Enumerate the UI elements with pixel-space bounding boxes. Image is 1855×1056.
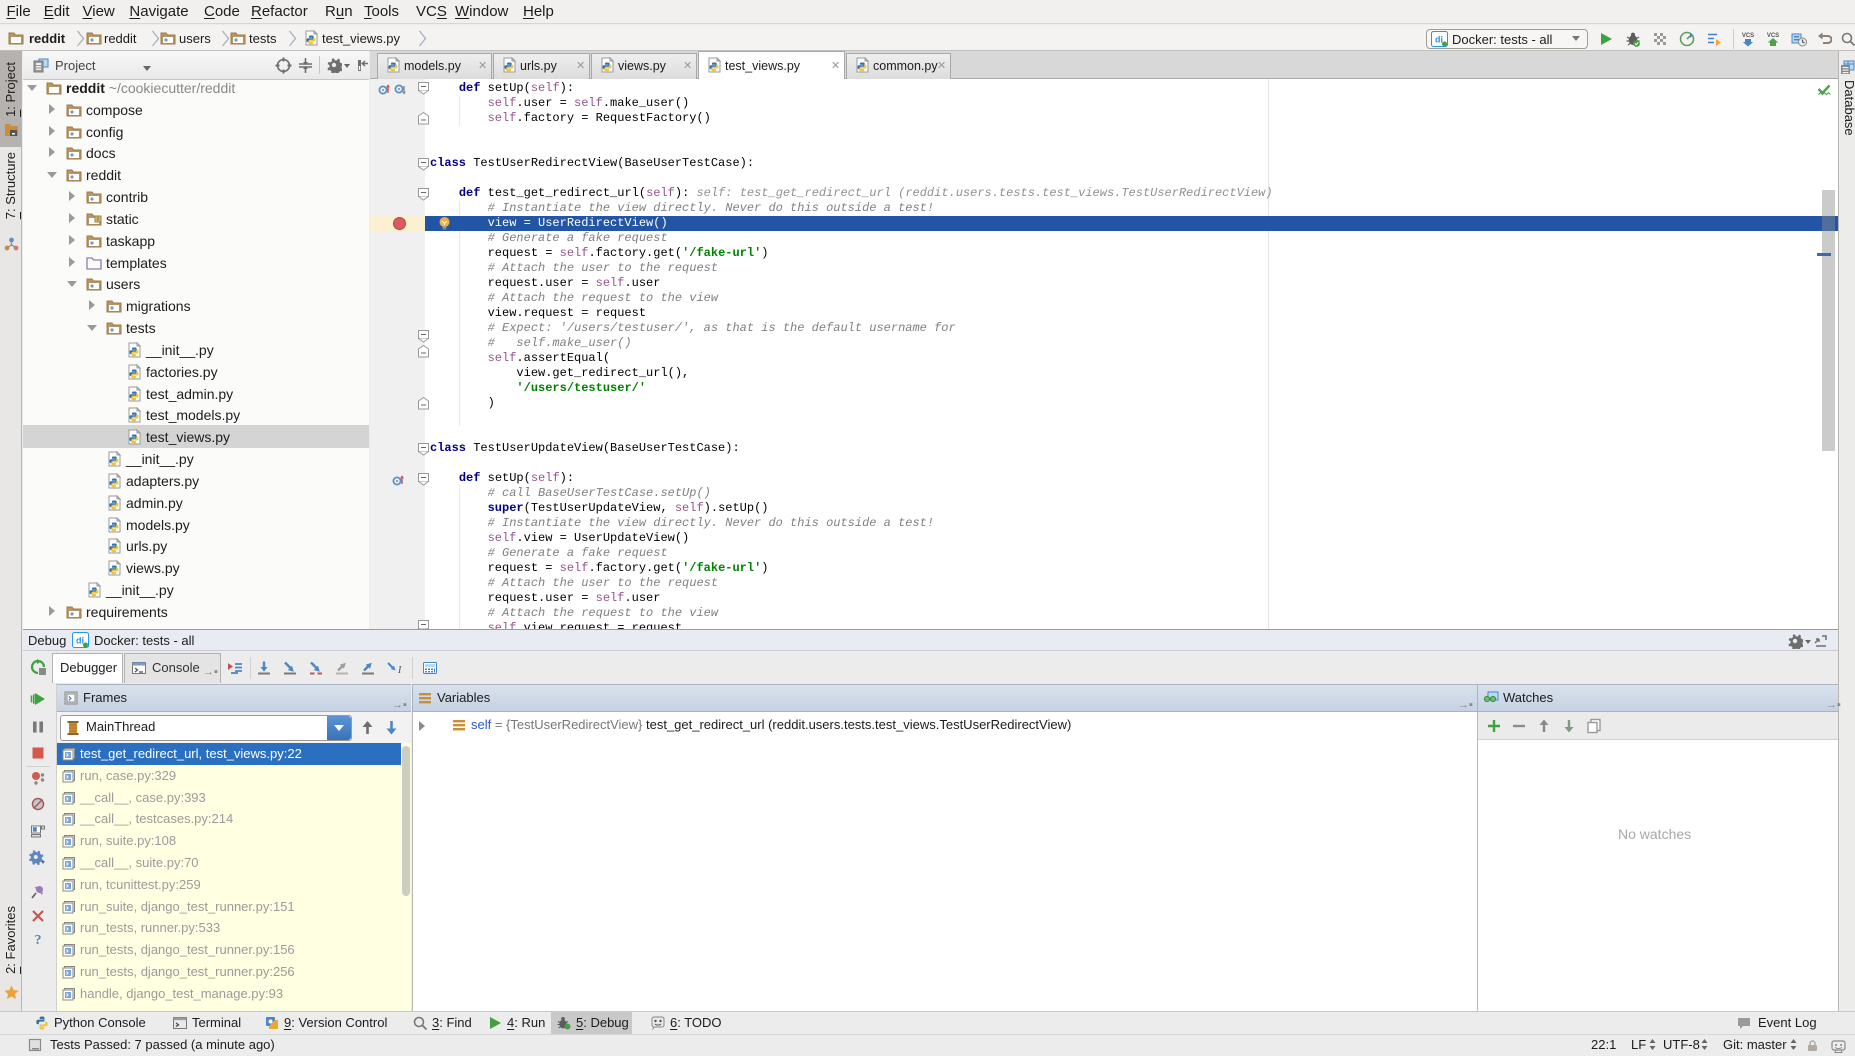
- svg-text:VCS: VCS: [1742, 33, 1754, 39]
- svg-text:?: ?: [35, 933, 42, 947]
- svg-text:I: I: [397, 665, 402, 676]
- svg-text:di: di: [76, 636, 84, 646]
- svg-text:di: di: [1435, 35, 1443, 45]
